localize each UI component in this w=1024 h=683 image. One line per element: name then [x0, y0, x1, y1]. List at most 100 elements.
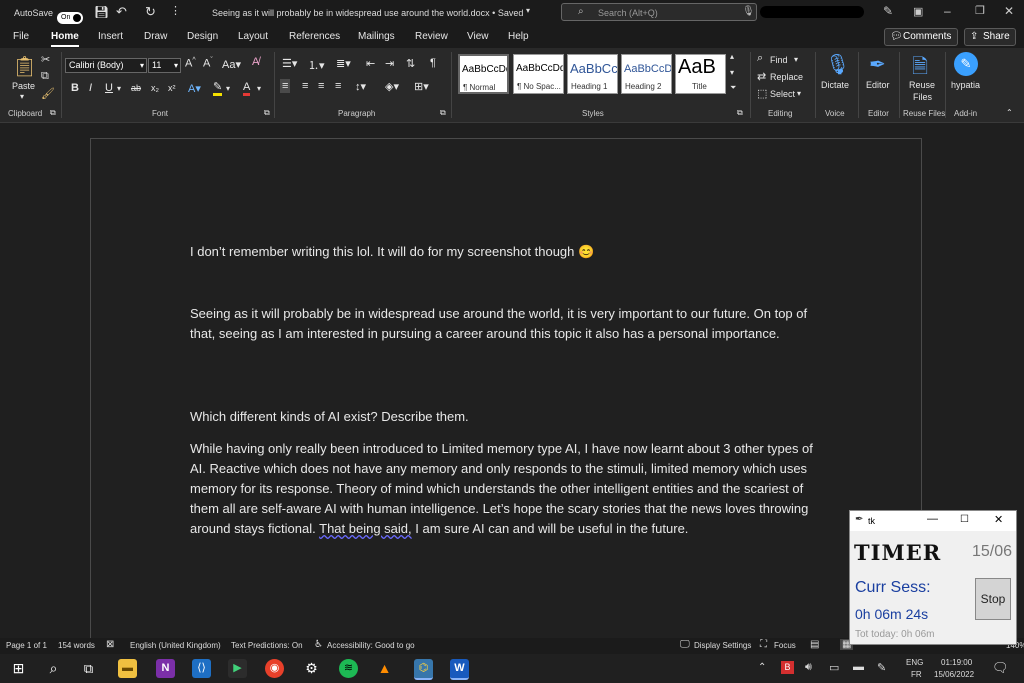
text-predictions[interactable]: Text Predictions: On: [231, 641, 303, 650]
superscript-icon[interactable]: x²: [168, 83, 176, 93]
italic-icon[interactable]: I: [89, 82, 92, 94]
shading-icon[interactable]: ◈▾: [385, 80, 399, 93]
comments-button[interactable]: 💬︎ Comments: [884, 28, 958, 46]
read-mode-icon[interactable]: ▤: [810, 639, 819, 650]
file-explorer-icon[interactable]: ▬: [118, 659, 137, 678]
line-spacing-icon[interactable]: ↕▾: [355, 80, 366, 93]
shrink-font-icon[interactable]: Aˇ: [203, 57, 213, 70]
battery-icon[interactable]: ▭: [829, 661, 839, 674]
python-icon[interactable]: ⌬: [414, 659, 433, 680]
focus-icon[interactable]: ⛶: [760, 639, 767, 650]
show-marks-icon[interactable]: ¶: [430, 57, 436, 69]
borders-icon[interactable]: ⊞▾: [414, 80, 429, 93]
font-color-icon[interactable]: A: [243, 81, 251, 96]
change-case-icon[interactable]: Aa▾: [222, 58, 241, 71]
tab-mailings[interactable]: Mailings: [358, 31, 395, 42]
find-icon[interactable]: ⌕: [757, 52, 763, 65]
font-name-dropdown[interactable]: Calibri (Body) ▾: [65, 58, 147, 73]
accessibility-status[interactable]: Accessibility: Good to go: [327, 641, 415, 650]
paste-label[interactable]: Paste: [12, 81, 35, 91]
word-icon[interactable]: W: [450, 659, 469, 680]
format-painter-icon[interactable]: 🖌︎: [41, 87, 55, 100]
style-title[interactable]: AaB Title: [675, 54, 726, 94]
tab-help[interactable]: Help: [508, 31, 529, 42]
sort-icon[interactable]: ⇅: [406, 57, 415, 70]
paragraph-3[interactable]: Which different kinds of AI exist? Descr…: [190, 407, 830, 427]
save-icon[interactable]: 💾︎: [94, 5, 109, 19]
hypatia-icon[interactable]: ✎: [954, 52, 978, 76]
highlight-dropdown-icon[interactable]: ▾: [226, 84, 230, 93]
styles-launcher-icon[interactable]: ⧉: [737, 108, 743, 118]
decrease-indent-icon[interactable]: ⇤: [366, 57, 375, 70]
pen-tray-icon[interactable]: ✎: [877, 661, 886, 674]
tab-insert[interactable]: Insert: [98, 31, 123, 42]
collapse-ribbon-icon[interactable]: ⌃: [1006, 108, 1013, 117]
clear-formatting-icon[interactable]: A̸: [252, 56, 259, 68]
gitkraken-icon[interactable]: ▶: [228, 659, 247, 678]
subscript-icon[interactable]: x₂: [151, 83, 159, 93]
replace-button[interactable]: Replace: [770, 72, 803, 82]
close-icon[interactable]: ✕: [1004, 4, 1014, 18]
styles-scroll-down-icon[interactable]: ▾: [730, 68, 734, 77]
display-settings-icon[interactable]: 🖵︎: [680, 639, 690, 650]
clock-date[interactable]: 15/06/2022: [934, 670, 974, 679]
tab-design[interactable]: Design: [187, 31, 218, 42]
language[interactable]: English (United Kingdom): [130, 641, 221, 650]
microphone-icon[interactable]: 🎙︎: [825, 52, 850, 77]
style-heading-2[interactable]: AaBbCcD Heading 2: [621, 54, 672, 94]
grammar-flagged-text[interactable]: That being said,: [319, 521, 412, 536]
page-count[interactable]: Page 1 of 1: [6, 641, 47, 650]
select-button[interactable]: Select: [770, 89, 795, 99]
document-page[interactable]: [90, 138, 922, 638]
cut-icon[interactable]: ✂: [41, 53, 50, 66]
align-left-icon[interactable]: ≡: [280, 79, 291, 93]
onenote-icon[interactable]: N: [156, 659, 175, 678]
align-right-icon[interactable]: ≡: [318, 80, 324, 92]
accessibility-icon[interactable]: ♿︎: [314, 639, 323, 650]
restore-icon[interactable]: ❐: [975, 4, 985, 17]
spotify-icon[interactable]: ≋: [339, 659, 358, 678]
paste-dropdown-icon[interactable]: ▾: [20, 92, 24, 101]
tab-view[interactable]: View: [467, 31, 489, 42]
vscode-icon[interactable]: ⟨⟩: [192, 659, 211, 678]
copy-icon[interactable]: ⧉: [41, 70, 49, 83]
tab-file[interactable]: File: [13, 31, 29, 42]
justify-icon[interactable]: ≡: [335, 80, 341, 92]
reuse-line1[interactable]: Reuse: [909, 80, 935, 90]
align-center-icon[interactable]: ≡: [302, 80, 308, 92]
hypatia-button[interactable]: hypatia: [951, 80, 980, 90]
document-title[interactable]: Seeing as it will probably be in widespr…: [212, 8, 523, 18]
tray-app-icon[interactable]: B: [781, 661, 794, 674]
word-count[interactable]: 154 words: [58, 641, 95, 650]
minimize-icon[interactable]: —: [927, 513, 938, 525]
share-button[interactable]: ⇪ Share: [964, 28, 1016, 46]
style-no-spacing[interactable]: AaBbCcDd ¶ No Spac...: [513, 54, 564, 94]
select-icon[interactable]: ⬚: [757, 87, 767, 100]
highlight-icon[interactable]: ✎: [213, 81, 223, 96]
settings-gear-icon[interactable]: ⚙: [302, 659, 321, 678]
search-box[interactable]: ⌕ Search (Alt+Q) 🎙︎: [561, 3, 757, 21]
style-normal[interactable]: AaBbCcDd ¶ Normal: [458, 54, 509, 94]
numbering-icon[interactable]: ⒈▾: [308, 57, 325, 73]
tab-layout[interactable]: Layout: [238, 31, 268, 42]
dictate-button[interactable]: Dictate: [821, 80, 849, 90]
focus-mode[interactable]: Focus: [774, 641, 796, 650]
proofing-icon[interactable]: ⊠: [106, 639, 114, 650]
notifications-icon[interactable]: 🗨︎: [992, 660, 1009, 676]
underline-icon[interactable]: U: [105, 82, 113, 94]
underline-dropdown-icon[interactable]: ▾: [117, 84, 121, 93]
font-color-dropdown-icon[interactable]: ▾: [257, 84, 261, 93]
display-settings[interactable]: Display Settings: [694, 641, 751, 650]
close-icon[interactable]: ✕: [994, 513, 1003, 526]
find-dropdown-icon[interactable]: ▾: [794, 55, 798, 64]
autosave-toggle[interactable]: On: [57, 12, 83, 24]
title-dropdown-icon[interactable]: ▾: [526, 6, 530, 15]
select-dropdown-icon[interactable]: ▾: [797, 89, 801, 98]
styles-scroll-up-icon[interactable]: ▴: [730, 52, 734, 61]
tab-review[interactable]: Review: [415, 31, 448, 42]
paragraph-4[interactable]: While having only really been introduced…: [190, 439, 830, 539]
undo-icon[interactable]: ↶: [116, 4, 127, 20]
tray-expand-icon[interactable]: ⌃: [758, 662, 766, 673]
grow-font-icon[interactable]: A^: [185, 57, 196, 70]
network-icon[interactable]: ▬: [853, 661, 864, 673]
